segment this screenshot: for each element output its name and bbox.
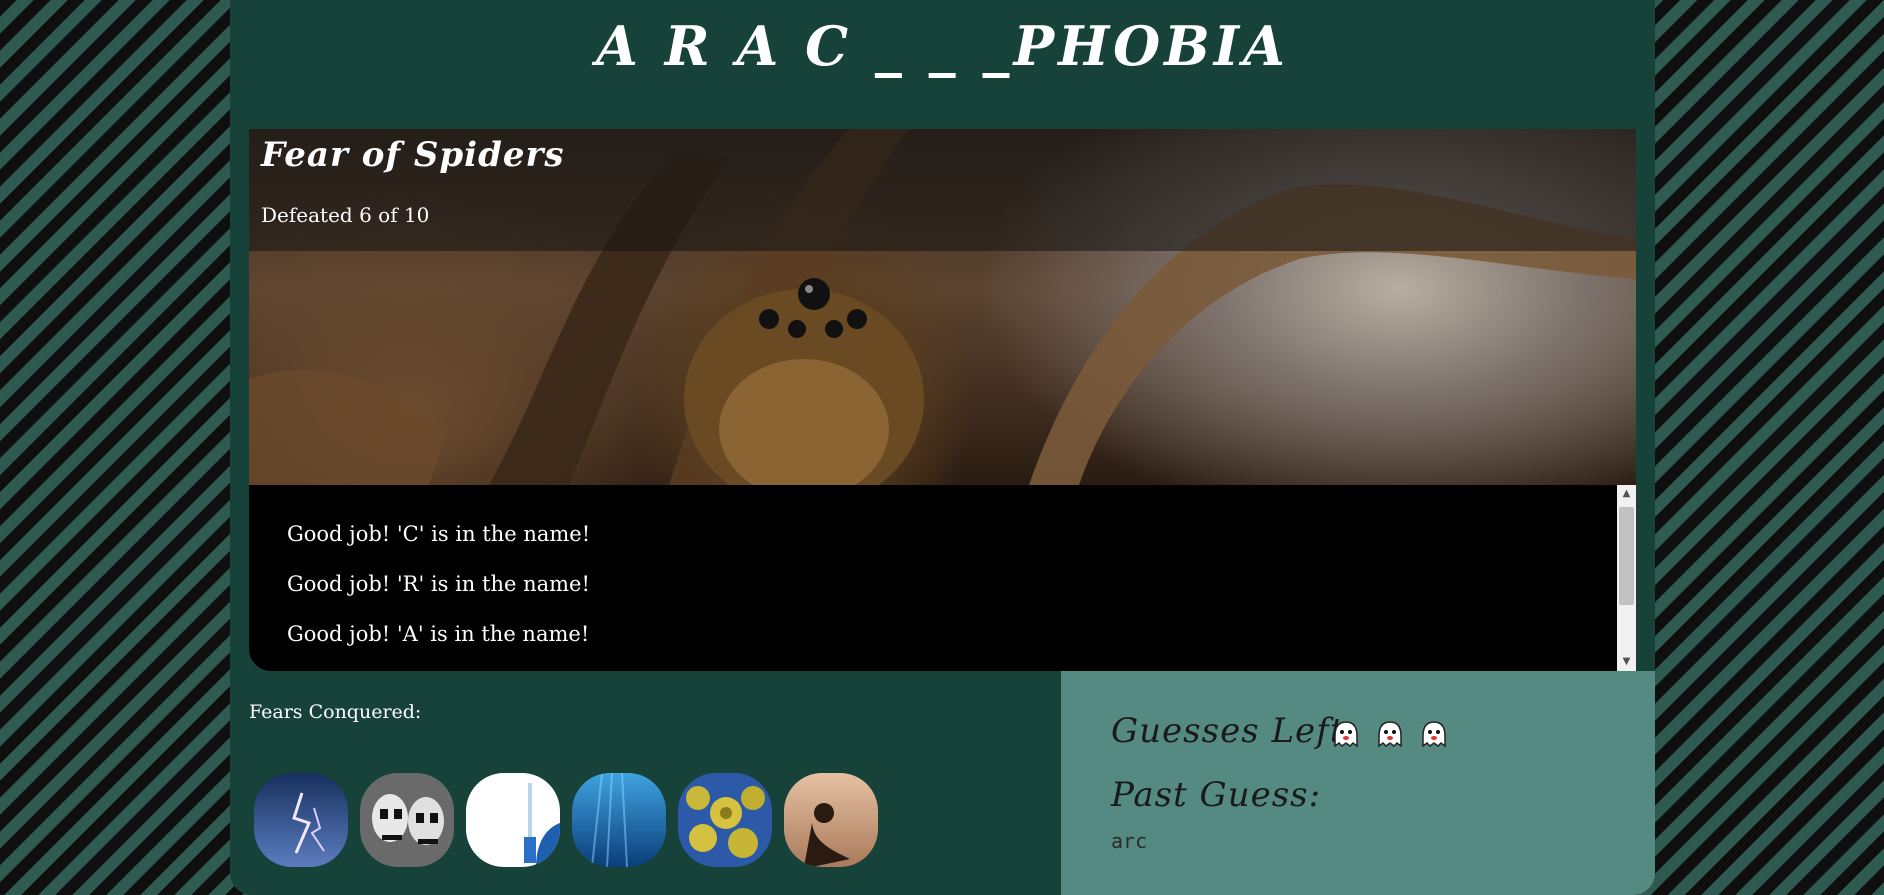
ghost-icon [1375, 719, 1405, 749]
message-item: Good job! 'R' is in the name! [287, 572, 590, 596]
message-list: Good job! 'C' is in the name! Good job! '… [287, 521, 590, 671]
guess-panel: Guesses Left: Past Guess: arc [1061, 671, 1655, 895]
germs-icon[interactable] [678, 773, 772, 867]
clown-faces-icon[interactable] [360, 773, 454, 867]
message-scrollbar[interactable]: ▲ ▼ [1617, 485, 1636, 671]
game-container: A R A C _ _ _PHOBIA Fear of Spiders Defe… [230, 0, 1655, 895]
scroll-thumb[interactable] [1619, 507, 1634, 605]
page-title: A R A C _ _ _PHOBIA [596, 14, 1289, 78]
message-item: Good job! 'C' is in the name! [287, 522, 591, 546]
scroll-up-arrow-icon[interactable]: ▲ [1617, 485, 1636, 503]
ghost-icon [1419, 719, 1449, 749]
fears-conquered-label: Fears Conquered: [249, 701, 422, 723]
deep-water-icon[interactable] [572, 773, 666, 867]
scroll-down-arrow-icon[interactable]: ▼ [1617, 653, 1636, 671]
phobia-title: Fear of Spiders [261, 135, 565, 175]
phobia-banner: Fear of Spiders Defeated 6 of 10 [249, 129, 1636, 485]
ghost-icon [1331, 719, 1361, 749]
lightning-storm-icon[interactable] [254, 773, 348, 867]
defeated-counter: Defeated 6 of 10 [261, 203, 430, 227]
syringe-icon[interactable] [466, 773, 560, 867]
message-item: Good job! 'A' is in the name! [287, 622, 590, 646]
past-guess-value: arc [1111, 829, 1148, 853]
loneliness-icon[interactable] [784, 773, 878, 867]
guesses-left-label: Guesses Left: [1111, 711, 1357, 751]
past-guess-label: Past Guess: [1111, 775, 1322, 815]
message-log[interactable]: Good job! 'C' is in the name! Good job! '… [249, 485, 1636, 671]
